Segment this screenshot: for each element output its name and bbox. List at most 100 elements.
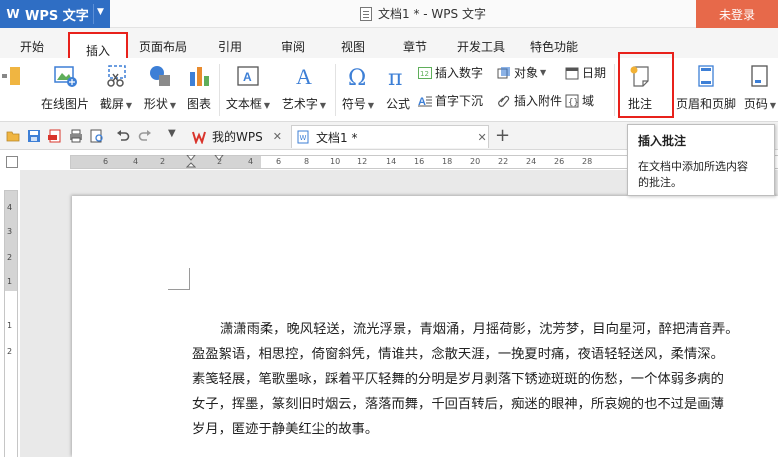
tab-view[interactable]: 视图 xyxy=(341,38,365,55)
screenshot-button[interactable]: 截屏 ▼ xyxy=(97,64,135,112)
tooltip-description-line2: 的批注。 xyxy=(638,176,682,189)
object-button[interactable]: 对象 ▼ xyxy=(497,64,546,81)
page-number-button[interactable]: 页码 ▼ xyxy=(742,64,778,112)
tab-document1[interactable]: W 文档1 * ✕ xyxy=(291,125,489,148)
ruler-label: 1 xyxy=(7,277,13,286)
formula-label: 公式 xyxy=(385,97,410,111)
field-button[interactable]: {} 域 xyxy=(565,92,594,109)
tab-developer-tools[interactable]: 开发工具 xyxy=(457,38,505,55)
svg-text:A: A xyxy=(243,70,252,84)
login-button[interactable]: 未登录 xyxy=(696,0,778,28)
symbol-label: 符号 xyxy=(341,97,366,111)
window-title-text: 文档1 * - WPS 文字 xyxy=(378,7,486,21)
window-title: 文档1 * - WPS 文字 xyxy=(360,5,486,22)
textbox-button[interactable]: A 文本框 ▼ xyxy=(223,64,273,112)
shape-label: 形状 xyxy=(143,97,168,111)
insert-attachment-button[interactable]: 插入附件 xyxy=(497,92,562,109)
ruler-label: 2 xyxy=(160,157,166,166)
ruler-label: 24 xyxy=(526,157,537,166)
dropdown-arrow-icon: ▼ xyxy=(769,101,777,110)
print-preview-icon[interactable] xyxy=(90,129,104,143)
paragraph-line: 盈盈絮语，相思控，倚窗斜凭，情谁共，念散天涯，一挽夏时痛，夜语轻轻送风，柔情深。 xyxy=(192,347,724,362)
shape-button[interactable]: 形状 ▼ xyxy=(141,64,179,112)
symbol-button[interactable]: Ω 符号 ▼ xyxy=(339,64,377,112)
svg-text:π: π xyxy=(388,66,402,88)
customize-dropdown-icon[interactable]: ▼ xyxy=(168,128,182,142)
object-icon xyxy=(497,66,510,78)
document-text[interactable]: 潇潇雨柔，晚风轻送，流光浮景，青烟涌，月摇荷影，沈芳梦，目向星河，醉把清音弄。 … xyxy=(192,317,752,442)
app-name: WPS 文字 xyxy=(25,8,89,24)
export-pdf-icon[interactable] xyxy=(48,129,62,143)
print-icon[interactable] xyxy=(69,129,83,143)
ruler-label: 10 xyxy=(330,157,341,166)
ruler-label: 1 xyxy=(7,321,13,330)
ribbon-scroll-left[interactable] xyxy=(2,64,22,95)
header-footer-icon xyxy=(698,65,714,87)
ruler-label: 4 xyxy=(133,157,139,166)
header-footer-button[interactable]: 页眉和页脚 xyxy=(675,64,737,112)
art-text-button[interactable]: A 艺术字 ▼ xyxy=(278,64,330,112)
caret-down-icon[interactable]: ▼ xyxy=(97,7,104,17)
chart-button[interactable]: 图表 xyxy=(184,64,214,112)
page-number-icon xyxy=(751,65,768,87)
insert-number-label: 插入数字 xyxy=(435,66,484,80)
wps-w-icon xyxy=(192,131,206,144)
vertical-ruler-text-area xyxy=(5,291,17,457)
date-button[interactable]: 日期 xyxy=(565,64,606,81)
online-picture-label: 在线图片 xyxy=(40,97,89,111)
omega-symbol-icon: Ω xyxy=(348,66,366,91)
redo-icon[interactable] xyxy=(138,129,152,143)
drop-cap-button[interactable]: A 首字下沉 xyxy=(418,92,483,109)
app-menu-button[interactable]: W WPS 文字 ▼ xyxy=(0,0,110,28)
tooltip-title: 插入批注 xyxy=(638,134,687,148)
tab-special-features[interactable]: 特色功能 xyxy=(530,38,578,55)
ribbon-separator xyxy=(335,64,336,116)
vertical-ruler[interactable]: 4 3 2 1 1 2 xyxy=(4,190,18,457)
save-icon[interactable] xyxy=(27,129,41,143)
paragraph-line: 女子，挥墨，篆刻旧时烟云，落落而舞，千回百转后，痴迷的眼神，所哀婉的也不过是画薄 xyxy=(192,397,724,412)
tab-start[interactable]: 开始 xyxy=(20,38,44,55)
paragraph-line: 素笺轻展，笔歌墨咏，踩着平仄轻舞的分明是岁月剥落下锈迹斑斑的伤愁，一个体弱多病的 xyxy=(192,372,724,387)
field-label: 域 xyxy=(582,94,595,108)
document-tab-label: 文档1 * xyxy=(316,130,358,145)
svg-text:W: W xyxy=(300,134,307,142)
ruler-label: 28 xyxy=(582,157,593,166)
close-tab-icon[interactable]: ✕ xyxy=(273,130,282,143)
tab-review[interactable]: 审阅 xyxy=(281,38,305,55)
chart-label: 图表 xyxy=(186,97,211,111)
tab-references[interactable]: 引用 xyxy=(218,38,242,55)
ribbon-separator xyxy=(219,64,220,116)
header-footer-label: 页眉和页脚 xyxy=(675,97,736,111)
tab-sections[interactable]: 章节 xyxy=(403,38,427,55)
scissors-icon xyxy=(107,65,126,87)
textbox-label: 文本框 xyxy=(225,97,262,111)
ruler-label: 12 xyxy=(357,157,368,166)
art-text-label: 艺术字 xyxy=(281,97,318,111)
undo-icon[interactable] xyxy=(116,129,130,143)
insert-number-button[interactable]: 12 插入数字 xyxy=(418,64,483,81)
online-picture-button[interactable]: 在线图片 xyxy=(38,64,92,112)
new-tab-plus-icon[interactable]: + xyxy=(495,125,510,146)
open-folder-icon[interactable] xyxy=(6,129,20,143)
ruler-label: 18 xyxy=(442,157,453,166)
paragraph-line: 潇潇雨柔，晚风轻送，流光浮景，青烟涌，月摇荷影，沈芳梦，目向星河，醉把清音弄。 xyxy=(220,322,739,337)
indent-marker-icon[interactable] xyxy=(186,155,196,169)
page-number-label: 页码 xyxy=(743,97,768,111)
first-line-indent-icon[interactable] xyxy=(214,155,224,163)
app-menu-separator xyxy=(93,4,94,24)
formula-button[interactable]: π 公式 xyxy=(382,64,414,112)
ruler-label: 22 xyxy=(498,157,509,166)
ruler-label: 6 xyxy=(276,157,282,166)
tab-stop-selector-icon[interactable] xyxy=(6,156,18,168)
document-page[interactable]: 潇潇雨柔，晚风轻送，流光浮景，青烟涌，月摇荷影，沈芳梦，目向星河，醉把清音弄。 … xyxy=(72,196,778,457)
document-tab-icon: W xyxy=(297,130,309,144)
close-tab-icon[interactable]: ✕ xyxy=(477,131,486,144)
art-text-icon: A xyxy=(296,64,312,89)
paperclip-icon xyxy=(498,95,510,107)
tab-my-wps[interactable]: 我的WPS ✕ xyxy=(188,125,290,148)
paragraph-line: 岁月，匿迹于静美红尘的故事。 xyxy=(192,422,379,437)
ruler-label: 4 xyxy=(248,157,254,166)
tab-page-layout[interactable]: 页面布局 xyxy=(139,38,187,55)
svg-text:12: 12 xyxy=(420,70,429,78)
svg-text:Ω: Ω xyxy=(348,66,366,88)
